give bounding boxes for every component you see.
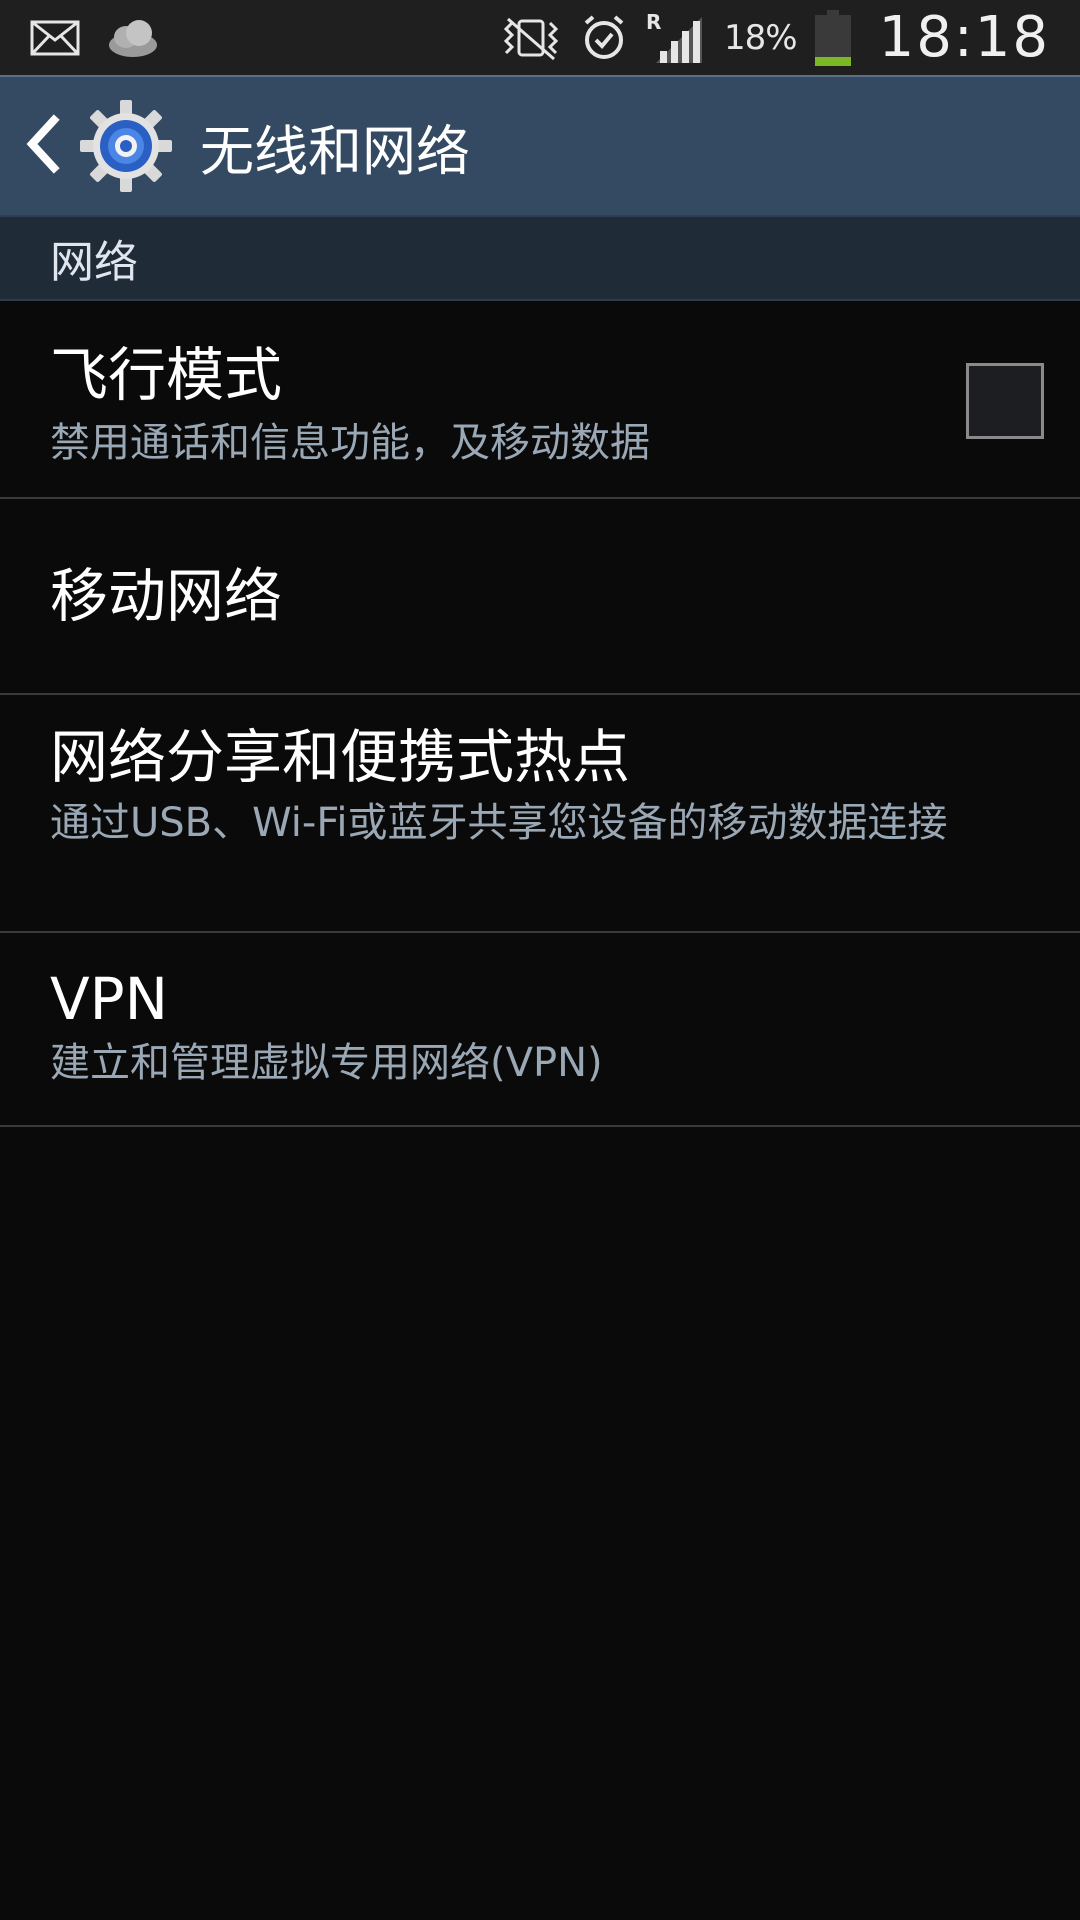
status-bar: R 18% 18:18 bbox=[0, 0, 1080, 75]
section-title: 网络 bbox=[50, 237, 138, 288]
settings-gear-icon bbox=[78, 98, 174, 194]
tethering-hotspot-item[interactable]: 网络分享和便携式热点 通过USB、Wi-Fi或蓝牙共享您设备的移动数据连接 bbox=[0, 695, 1080, 933]
action-bar: 无线和网络 bbox=[0, 75, 1080, 217]
status-bar-right: R 18% 18:18 bbox=[500, 5, 1050, 70]
vpn-title: VPN bbox=[50, 965, 169, 1033]
mobile-network-item[interactable]: 移动网络 bbox=[0, 499, 1080, 695]
chevron-left-icon bbox=[24, 114, 60, 178]
alarm-icon bbox=[580, 14, 628, 62]
mobile-network-title: 移动网络 bbox=[50, 562, 283, 630]
clock: 18:18 bbox=[878, 5, 1050, 70]
battery-icon bbox=[814, 9, 851, 66]
weather-cloud-icon bbox=[106, 15, 160, 61]
tethering-hotspot-title: 网络分享和便携式热点 bbox=[50, 723, 631, 791]
page-title: 无线和网络 bbox=[200, 119, 470, 183]
screen: R 18% 18:18 无线和网络 网络 飞行模式 禁用通话和信息功能，及移动数… bbox=[0, 0, 1080, 1920]
mail-icon bbox=[30, 20, 80, 56]
airplane-mode-title: 飞行模式 bbox=[50, 341, 283, 409]
airplane-mode-summary: 禁用通话和信息功能，及移动数据 bbox=[50, 420, 650, 466]
status-bar-left bbox=[30, 15, 160, 61]
tethering-hotspot-summary: 通过USB、Wi-Fi或蓝牙共享您设备的移动数据连接 bbox=[50, 800, 948, 846]
roaming-signal-icon: R bbox=[646, 11, 706, 65]
vpn-summary: 建立和管理虚拟专用网络(VPN) bbox=[50, 1040, 603, 1086]
section-header-network: 网络 bbox=[0, 217, 1080, 301]
vibrate-off-icon bbox=[500, 15, 562, 61]
back-button[interactable] bbox=[0, 77, 60, 215]
settings-list: 飞行模式 禁用通话和信息功能，及移动数据 移动网络 网络分享和便携式热点 通过U… bbox=[0, 301, 1080, 1127]
airplane-mode-checkbox[interactable] bbox=[966, 363, 1044, 439]
airplane-mode-item[interactable]: 飞行模式 禁用通话和信息功能，及移动数据 bbox=[0, 301, 1080, 499]
battery-percent: 18% bbox=[724, 17, 798, 58]
vpn-item[interactable]: VPN 建立和管理虚拟专用网络(VPN) bbox=[0, 933, 1080, 1127]
svg-text:R: R bbox=[646, 11, 661, 34]
